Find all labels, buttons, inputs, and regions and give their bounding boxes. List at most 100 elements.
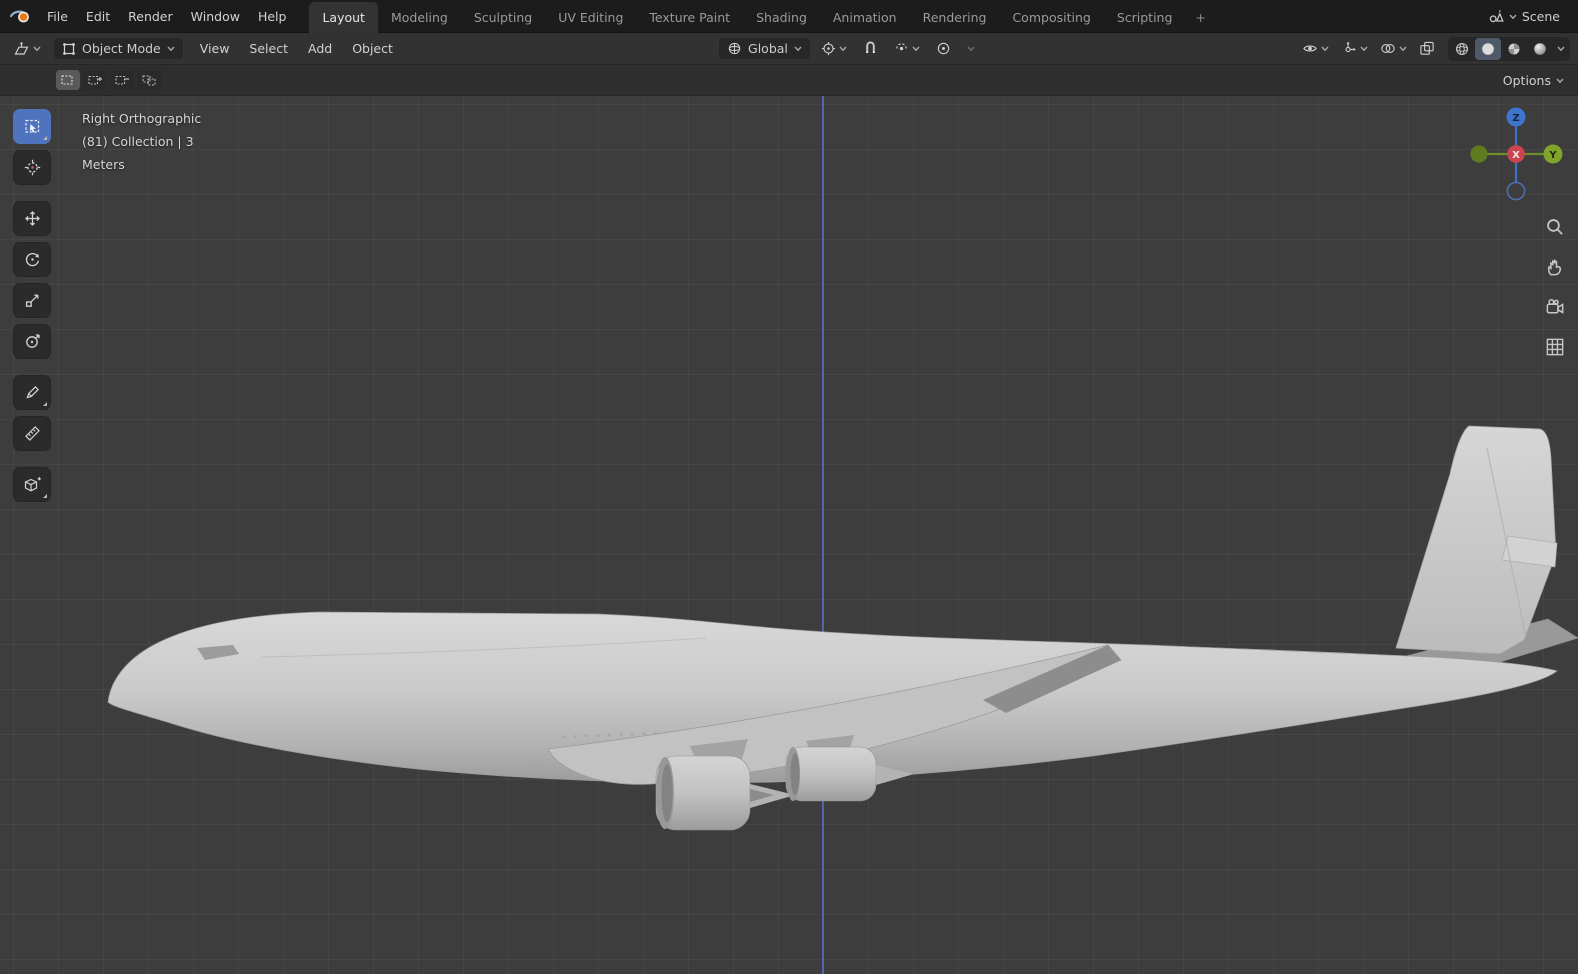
chevron-down-icon — [839, 46, 847, 52]
axis-y-negative-ball[interactable] — [1470, 145, 1488, 163]
scene-name: Scene — [1521, 8, 1560, 24]
tool-select-box-button[interactable] — [13, 109, 51, 144]
proportional-falloff-dropdown[interactable] — [962, 42, 980, 55]
select-mode-new-button[interactable] — [56, 70, 80, 90]
visibility-eye-icon — [1303, 45, 1317, 52]
chevron-down-icon — [1399, 46, 1407, 52]
add-workspace-button[interactable]: + — [1185, 2, 1215, 33]
menu-render[interactable]: Render — [119, 5, 182, 28]
tab-rendering[interactable]: Rendering — [910, 2, 1000, 33]
transform-icon — [25, 334, 40, 348]
shading-solid-button[interactable] — [1475, 37, 1501, 60]
viewport-info-overlay: Right Orthographic (81) Collection | 3 M… — [82, 107, 201, 176]
shading-material-button[interactable] — [1501, 38, 1527, 60]
menu-edit[interactable]: Edit — [77, 5, 119, 28]
gizmo-x-label: X — [1512, 150, 1520, 161]
snap-target-icon — [896, 43, 907, 51]
pan-button[interactable] — [1542, 254, 1568, 280]
chevron-down-icon — [167, 46, 175, 52]
tool-rotate-button[interactable] — [13, 242, 51, 277]
solid-sphere-icon — [1482, 42, 1494, 55]
select-extend-icon — [87, 75, 102, 85]
3d-viewport[interactable]: Right Orthographic (81) Collection | 3 M… — [0, 96, 1578, 974]
menu-file[interactable]: File — [38, 5, 77, 28]
select-intersect-icon — [141, 74, 156, 86]
add-cube-icon — [24, 477, 41, 492]
tab-modeling[interactable]: Modeling — [378, 2, 461, 33]
wireframe-sphere-icon — [1456, 42, 1468, 55]
tab-shading[interactable]: Shading — [743, 2, 820, 33]
tab-compositing[interactable]: Compositing — [999, 2, 1103, 33]
select-mode-subtract-button[interactable] — [110, 70, 134, 90]
chevron-down-icon — [1557, 46, 1565, 52]
shading-wireframe-button[interactable] — [1449, 38, 1475, 60]
show-gizmos-dropdown[interactable] — [1336, 38, 1373, 59]
tab-sculpting[interactable]: Sculpting — [461, 2, 545, 33]
scene-icon — [1488, 8, 1504, 24]
tab-uv-editing[interactable]: UV Editing — [545, 2, 636, 33]
proportional-editing-icon — [937, 42, 950, 55]
chevron-down-icon — [1360, 46, 1368, 52]
rotate-icon — [25, 252, 39, 267]
orientation-label: Global — [748, 41, 788, 56]
chevron-down-icon — [33, 46, 41, 52]
grid-icon — [1546, 338, 1564, 356]
snap-toggle-button[interactable] — [858, 38, 883, 59]
tab-scripting[interactable]: Scripting — [1104, 2, 1186, 33]
options-dropdown[interactable]: Options — [1503, 73, 1564, 88]
tool-measure-button[interactable] — [13, 416, 51, 451]
tab-texture-paint[interactable]: Texture Paint — [636, 2, 743, 33]
3d-cursor-icon — [24, 159, 40, 176]
menu-help[interactable]: Help — [249, 5, 296, 28]
viewport-header: Object Mode View Select Add Object Globa… — [0, 33, 1578, 65]
tool-move-button[interactable] — [13, 201, 51, 236]
view-name-label: Right Orthographic — [82, 111, 202, 126]
tool-add-cube-button[interactable] — [13, 467, 51, 502]
zoom-button[interactable] — [1542, 214, 1568, 240]
rendered-sphere-icon — [1534, 42, 1546, 55]
proportional-editing-toggle[interactable] — [931, 38, 956, 59]
shading-options-dropdown[interactable] — [1553, 38, 1569, 60]
show-overlays-dropdown[interactable] — [1375, 38, 1412, 59]
snap-target-dropdown[interactable] — [889, 38, 925, 59]
select-mode-intersect-button[interactable] — [137, 70, 161, 90]
chevron-down-icon — [1321, 46, 1329, 52]
measure-ruler-icon — [24, 426, 40, 441]
xray-icon — [1420, 41, 1434, 55]
workspace-tabs: Layout Modeling Sculpting UV Editing Tex… — [309, 0, 1215, 33]
scene-selector[interactable]: Scene — [1480, 5, 1568, 27]
airplane-model[interactable] — [0, 96, 1578, 974]
select-subtract-icon — [114, 75, 129, 85]
select-box-icon — [24, 119, 39, 133]
tool-cursor-button[interactable] — [13, 150, 51, 185]
toggle-perspective-button[interactable] — [1542, 334, 1568, 360]
tool-transform-button[interactable] — [13, 324, 51, 359]
hand-icon — [1547, 259, 1562, 276]
camera-view-button[interactable] — [1542, 294, 1568, 320]
pivot-point-dropdown[interactable] — [816, 38, 852, 59]
tab-layout[interactable]: Layout — [309, 1, 378, 33]
select-mode-extend-button[interactable] — [83, 70, 107, 90]
pivot-point-icon — [821, 41, 835, 56]
menu-select[interactable]: Select — [240, 37, 297, 60]
select-mode-buttons — [56, 70, 161, 90]
menu-add[interactable]: Add — [299, 37, 341, 60]
menu-window[interactable]: Window — [182, 5, 249, 28]
annotate-pen-icon — [25, 386, 39, 399]
tool-scale-button[interactable] — [13, 283, 51, 318]
navigation-gizmo[interactable]: Z Y X — [1466, 104, 1566, 204]
gizmo-icon — [1345, 41, 1356, 53]
scale-icon — [25, 294, 38, 307]
mode-dropdown[interactable]: Object Mode — [54, 38, 183, 59]
blender-logo-icon[interactable] — [10, 8, 32, 24]
transform-orientation-dropdown[interactable]: Global — [719, 38, 810, 59]
menu-view[interactable]: View — [191, 37, 239, 60]
shading-rendered-button[interactable] — [1527, 38, 1553, 60]
menu-object[interactable]: Object — [343, 37, 402, 60]
tool-annotate-button[interactable] — [13, 375, 51, 410]
xray-toggle-button[interactable] — [1414, 38, 1440, 59]
axis-z-negative-ball[interactable] — [1506, 181, 1526, 201]
tab-animation[interactable]: Animation — [820, 2, 910, 33]
editor-type-selector[interactable] — [8, 38, 46, 60]
object-visibility-dropdown[interactable] — [1297, 38, 1334, 59]
